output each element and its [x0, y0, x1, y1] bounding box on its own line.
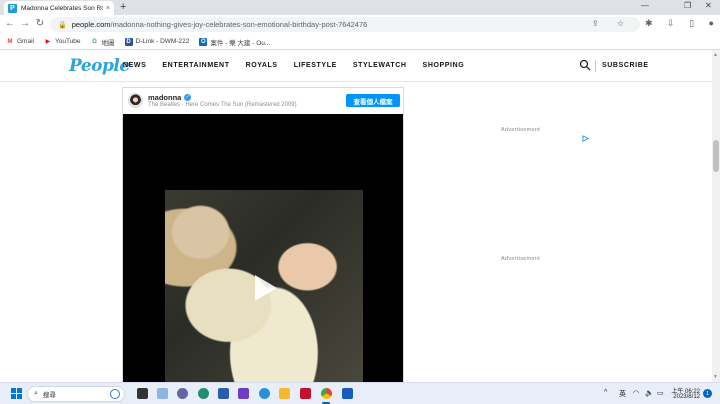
site-header: People NEWS ENTERTAINMENT ROYALS LIFESTY… [0, 50, 712, 82]
app-icon[interactable] [238, 388, 249, 399]
url-text: people.com/madonna-nothing-gives-joy-cel… [71, 20, 368, 29]
gmail-icon: M [7, 38, 13, 45]
chat-icon[interactable] [177, 388, 188, 399]
tab-strip: P Madonna Celebrates Son Ro... × + — ❐ ✕ [0, 0, 720, 15]
ime-indicator[interactable]: 英 [619, 389, 626, 399]
instagram-username[interactable]: madonna ✓ [148, 93, 192, 102]
outlook-icon: O [199, 37, 208, 46]
battery-icon[interactable]: ▭ [657, 389, 664, 397]
ad-slot[interactable] [447, 134, 592, 252]
nav-stylewatch[interactable]: STYLEWATCH [353, 62, 407, 69]
scroll-up-icon[interactable]: ▲ [713, 52, 718, 58]
maps-icon: G [92, 38, 97, 45]
scroll-thumb[interactable] [713, 140, 719, 172]
tab-close-icon[interactable]: × [106, 5, 110, 12]
volume-icon[interactable]: 🔈 [645, 389, 654, 397]
lock-icon[interactable]: 🔒 [58, 21, 67, 29]
bookmarks-bar: M Gmail ▶ YouTube G 地圖 D D-Link - DWM-22… [0, 34, 720, 50]
people-favicon-icon: P [8, 3, 17, 13]
advertisement-label-top: Advertisement [501, 127, 541, 133]
subscribe-link[interactable]: SUBSCRIBE [602, 62, 649, 69]
people-logo[interactable]: People [69, 56, 130, 76]
task-view-icon[interactable] [137, 388, 148, 399]
word-icon[interactable] [342, 388, 353, 399]
new-tab-button[interactable]: + [120, 1, 126, 13]
taskbar-search[interactable]: ⌕ 搜尋 [27, 386, 125, 402]
nav-royals[interactable]: ROYALS [246, 62, 278, 69]
dlink-icon: D [124, 37, 133, 46]
avatar[interactable] [128, 93, 143, 108]
notification-badge[interactable]: 1 [703, 389, 712, 398]
tab-title: Madonna Celebrates Son Ro... [21, 4, 103, 12]
header-divider [595, 60, 596, 72]
windows-start-icon[interactable] [11, 388, 22, 399]
forward-button[interactable]: → [19, 18, 31, 29]
bookmark-gmail[interactable]: M Gmail [6, 38, 34, 46]
nav-lifestyle[interactable]: LIFESTYLE [294, 62, 337, 69]
embed-header: madonna ✓ The Beatles · Here Comes The S… [123, 88, 403, 114]
browser-toolbar: ← → ↻ 🔒 people.com/madonna-nothing-gives… [0, 15, 720, 34]
taskbar-search-placeholder: 搜尋 [42, 392, 56, 399]
store-icon[interactable] [218, 388, 229, 399]
mcafee-icon[interactable] [300, 388, 311, 399]
verified-badge-icon: ✓ [184, 94, 192, 101]
view-profile-button[interactable]: 查看個人檔案 [346, 94, 400, 107]
back-button[interactable]: ← [4, 18, 16, 29]
weather-icon[interactable] [157, 388, 168, 399]
clock-date[interactable]: 2023/8/12 [666, 394, 700, 400]
address-bar[interactable]: 🔒 people.com/madonna-nothing-gives-joy-c… [50, 17, 640, 32]
tray-overflow-chevron-icon[interactable]: ^ [604, 389, 607, 396]
search-icon: ⌕ [34, 390, 38, 397]
page-scrollbar[interactable]: ▲ ▼ [712, 50, 720, 382]
window-close-button[interactable]: ✕ [705, 1, 712, 10]
nav-entertainment[interactable]: ENTERTAINMENT [162, 62, 229, 69]
video-player[interactable] [123, 114, 403, 382]
scroll-down-icon[interactable]: ▼ [713, 374, 718, 380]
bing-icon [110, 389, 120, 399]
youtube-icon: ▶ [45, 39, 51, 45]
wifi-icon[interactable]: ◠ [633, 389, 639, 397]
instagram-embed: madonna ✓ The Beatles · Here Comes The S… [122, 87, 404, 382]
taskbar: ⌕ 搜尋 ^ 英 ◠ 🔈 ▭ 上午 06:22 2023/8/12 1 [0, 382, 720, 404]
settings-gear-icon[interactable] [259, 388, 270, 399]
search-icon[interactable] [579, 59, 591, 71]
bookmark-maps[interactable]: G 地圖 [91, 37, 114, 47]
window-maximize-button[interactable]: ❐ [684, 1, 691, 10]
bookmark-youtube[interactable]: ▶ YouTube [44, 38, 81, 46]
browser-tab-active[interactable]: P Madonna Celebrates Son Ro... × [4, 1, 114, 15]
edge-icon[interactable] [198, 388, 209, 399]
advertisement-label-bottom: Advertisement [501, 256, 541, 262]
song-attribution[interactable]: The Beatles · Here Comes The Sun (Remast… [148, 102, 297, 108]
chrome-icon[interactable] [321, 388, 332, 399]
file-explorer-icon[interactable] [279, 388, 290, 399]
bookmark-outlook[interactable]: O 案件 - 樂 大建 - Ou... [199, 37, 270, 47]
main-nav: NEWS ENTERTAINMENT ROYALS LIFESTYLE STYL… [123, 62, 480, 69]
bookmark-dlink[interactable]: D D-Link - DWM-222 [124, 37, 189, 46]
reload-button[interactable]: ↻ [34, 18, 46, 29]
share-bookmark-icons[interactable]: ⇪ ☆ [592, 19, 632, 28]
adchoices-icon[interactable] [582, 135, 589, 142]
extension-icons[interactable]: ✱ ⇩ ▯ ● [645, 18, 720, 29]
nav-news[interactable]: NEWS [123, 62, 146, 69]
window-minimize-button[interactable]: — [641, 1, 649, 10]
play-icon[interactable] [248, 272, 280, 304]
nav-shopping[interactable]: SHOPPING [423, 62, 465, 69]
